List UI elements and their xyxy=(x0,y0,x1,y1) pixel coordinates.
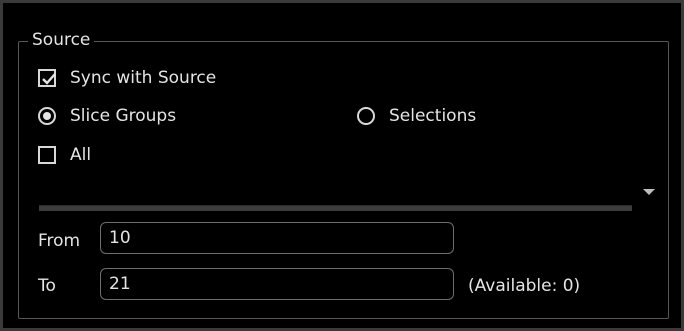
all-row[interactable]: All xyxy=(38,144,91,166)
from-field[interactable] xyxy=(100,222,454,254)
to-field[interactable] xyxy=(100,268,454,300)
chevron-down-icon[interactable] xyxy=(643,189,655,195)
slice-groups-radio[interactable] xyxy=(38,107,56,125)
available-count: (Available: 0) xyxy=(468,276,581,296)
from-label: From xyxy=(38,231,81,251)
slice-groups-row[interactable]: Slice Groups xyxy=(38,105,176,127)
check-icon xyxy=(42,73,56,85)
to-label: To xyxy=(38,276,56,296)
selections-label: Selections xyxy=(389,106,477,126)
slice-group-dropdown[interactable] xyxy=(39,205,632,211)
selections-row[interactable]: Selections xyxy=(357,105,476,127)
source-group-title: Source xyxy=(28,29,95,51)
source-panel: Source Sync with Source Slice Groups Sel… xyxy=(0,0,684,331)
selections-radio[interactable] xyxy=(357,107,375,125)
sync-with-source-checkbox[interactable] xyxy=(38,69,56,87)
sync-with-source-row[interactable]: Sync with Source xyxy=(38,67,216,89)
sync-with-source-label: Sync with Source xyxy=(70,68,217,88)
slice-groups-label: Slice Groups xyxy=(70,106,177,126)
all-label: All xyxy=(70,145,92,165)
radio-dot-icon xyxy=(43,112,51,120)
all-checkbox[interactable] xyxy=(38,146,56,164)
